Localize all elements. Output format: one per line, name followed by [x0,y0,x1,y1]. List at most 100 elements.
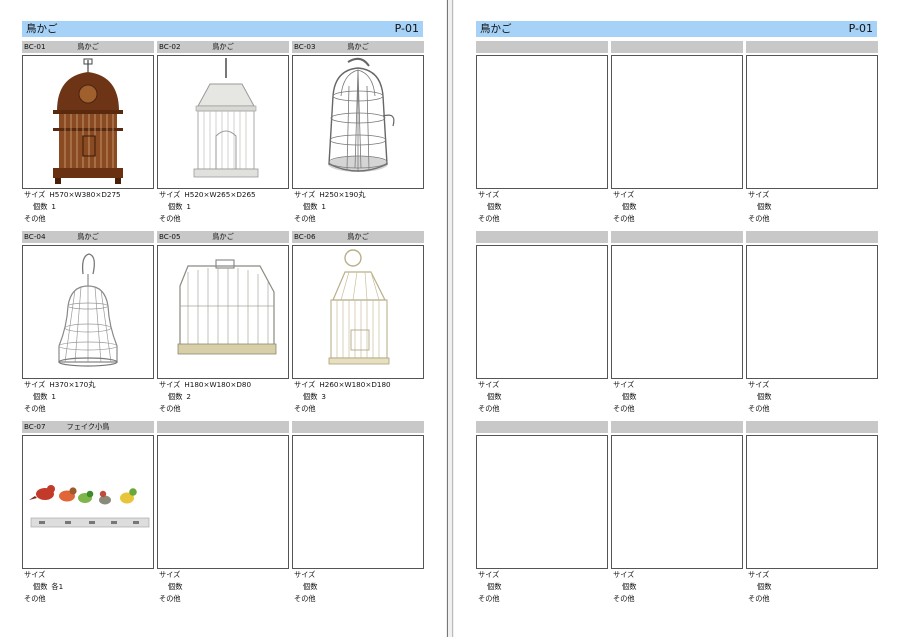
item-name: 鳥かご [212,232,234,241]
size-label: サイズ [159,570,181,579]
qty-label: 個数 [622,202,637,211]
qty-label: 個数 [622,582,637,591]
other-label: その他 [613,214,635,223]
size-label: サイズ [613,380,635,389]
qty-value: 2 [186,392,191,401]
item-photo-frame [746,55,878,189]
item-photo-frame [292,55,424,189]
cell-header [746,231,878,243]
catalog-cell-empty: サイズ 個数 その他 [611,231,743,421]
cream-house-birdcage-image [328,249,390,365]
other-label: その他 [294,214,316,223]
size-label: サイズ [24,570,46,579]
size-label: サイズ [24,380,46,389]
catalog-cell-empty: サイズ 個数 その他 [157,421,289,611]
cell-header [746,41,878,53]
other-label: その他 [613,594,635,603]
page-gutter [446,0,454,637]
qty-label: 個数 [303,202,318,211]
other-label: その他 [159,594,181,603]
page-number: P-01 [848,22,873,35]
size-label: サイズ [159,190,181,199]
catalog-cell-bc-05: BC-05 鳥かご サイズ H180×W180×D80 個数 2 その他 [157,231,289,421]
item-photo-frame [292,245,424,379]
qty-label: 個数 [33,392,48,401]
other-label: その他 [24,214,46,223]
page-title: 鳥かご [480,23,512,35]
item-name: 鳥かご [77,232,99,241]
other-label: その他 [748,594,770,603]
other-label: その他 [748,214,770,223]
qty-label: 個数 [168,202,183,211]
catalog-cell-empty: サイズ 個数 その他 [611,421,743,611]
size-label: サイズ [748,190,770,199]
catalog-cell-empty: サイズ 個数 その他 [476,231,608,421]
item-photo-frame [746,435,878,569]
item-photo-frame [476,55,608,189]
item-name: 鳥かご [212,42,234,51]
size-label: サイズ [294,190,316,199]
catalog-cell-empty: サイズ 個数 その他 [476,41,608,231]
catalog-cell-bc-01: BC-01 鳥かご サイズ H570×W380×D275 個数 1 その他 [22,41,154,231]
left-page: 鳥かご P-01 BC-01 鳥かご サイズ H570×W380×D275 個数… [0,0,446,637]
qty-value: 3 [321,392,326,401]
cell-header [611,231,743,243]
cell-header [476,41,608,53]
qty-label: 個数 [33,202,48,211]
cell-header: BC-07 フェイク小鳥 [22,421,154,433]
size-label: サイズ [613,190,635,199]
cell-header [476,231,608,243]
size-label: サイズ [24,190,46,199]
qty-value: 1 [51,392,56,401]
item-photo-frame [476,435,608,569]
item-photo-frame [157,245,289,379]
qty-label: 個数 [622,392,637,401]
right-page: 鳥かご P-01 サイズ 個数 その他 サイズ 個数 その他 サイズ 個数 その… [454,0,900,637]
catalog-cell-bc-04: BC-04 鳥かご サイズ H370×170丸 個数 1 その他 [22,231,154,421]
cell-header: BC-04 鳥かご [22,231,154,243]
hanging-wire-birdcage-image [58,253,118,367]
item-photo-frame [157,435,289,569]
catalog-cell-empty: サイズ 個数 その他 [746,231,878,421]
other-label: その他 [478,404,500,413]
size-label: サイズ [478,190,500,199]
qty-value: 1 [186,202,191,211]
item-photo-frame [476,245,608,379]
item-name: 鳥かご [347,42,369,51]
other-label: その他 [24,594,46,603]
cell-header: BC-03 鳥かご [292,41,424,53]
size-value: H180×W180×D80 [184,380,252,389]
qty-label: 個数 [303,392,318,401]
other-label: その他 [613,404,635,413]
size-label: サイズ [294,380,316,389]
other-label: その他 [294,404,316,413]
size-label: サイズ [748,380,770,389]
size-value: H250×190丸 [319,190,366,199]
page-header: 鳥かご P-01 [476,21,877,37]
wooden-birdcage-image [53,58,123,184]
other-label: その他 [478,594,500,603]
gable-wire-birdcage-image [177,259,277,355]
qty-value: 1 [321,202,326,211]
qty-label: 個数 [757,582,772,591]
catalog-cell-bc-07: BC-07 フェイク小鳥 サイズ 個数 各1 その他 [22,421,154,611]
cell-header: BC-02 鳥かご [157,41,289,53]
qty-label: 個数 [757,202,772,211]
item-photo-frame [22,55,154,189]
catalog-cell-empty: サイズ 個数 その他 [292,421,424,611]
item-name: 鳥かご [347,232,369,241]
size-label: サイズ [613,570,635,579]
catalog-cell-empty: サイズ 個数 その他 [746,421,878,611]
size-value: H370×170丸 [49,380,96,389]
item-photo-frame [746,245,878,379]
cell-header [476,421,608,433]
item-name: フェイク小鳥 [66,422,110,431]
qty-label: 個数 [303,582,318,591]
catalog-cell-bc-06: BC-06 鳥かご サイズ H260×W180×D180 個数 3 その他 [292,231,424,421]
size-value: H260×W180×D180 [319,380,391,389]
fake-birds-image [29,485,150,528]
cell-header [157,421,289,433]
qty-label: 個数 [487,582,502,591]
catalog-cell-bc-02: BC-02 鳥かご サイズ H520×W265×D265 個数 1 その他 [157,41,289,231]
qty-label: 個数 [33,582,48,591]
